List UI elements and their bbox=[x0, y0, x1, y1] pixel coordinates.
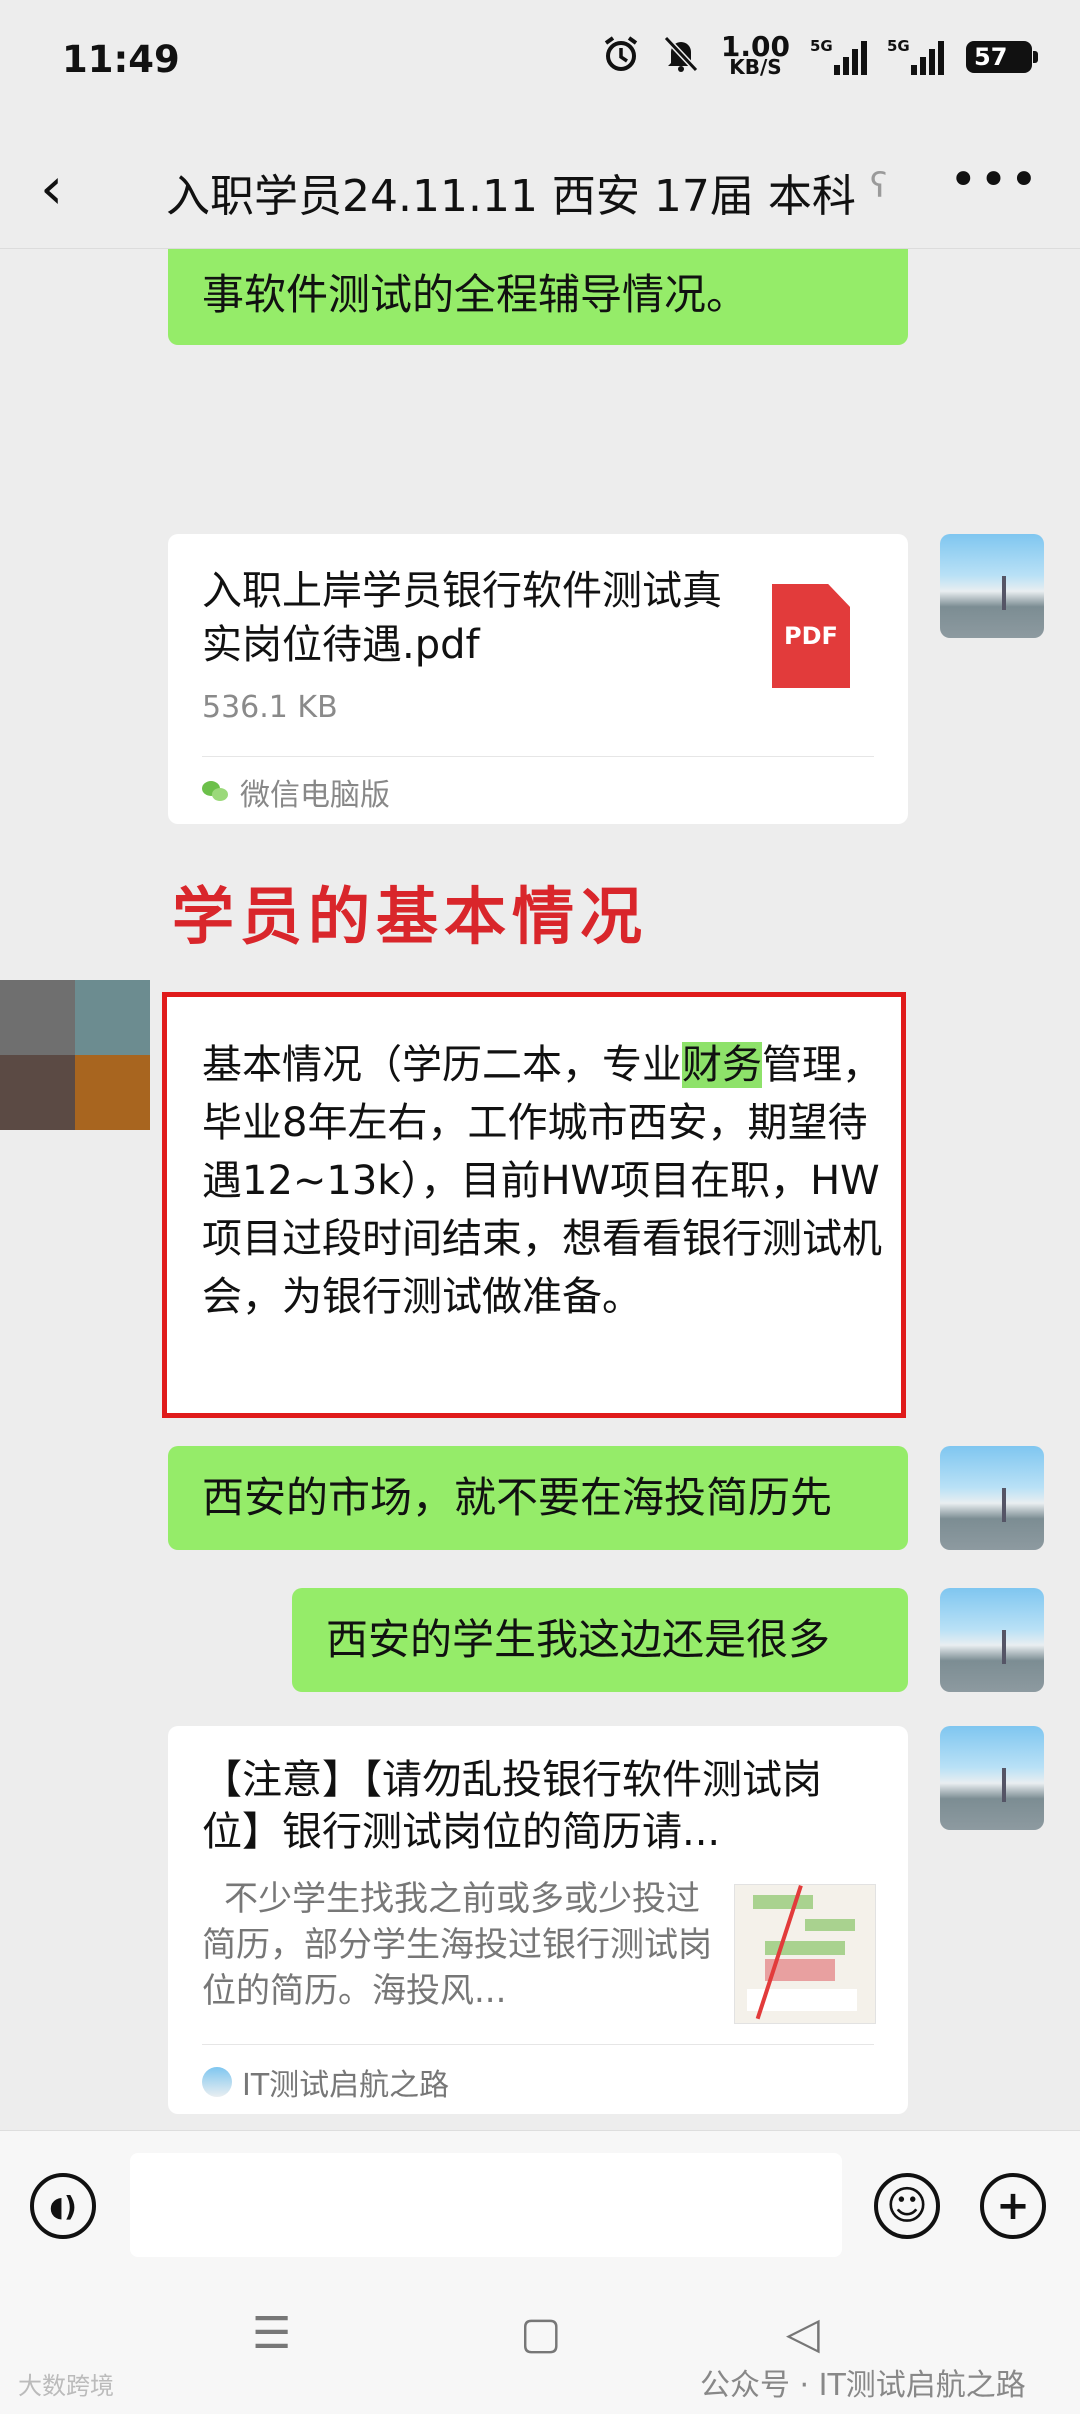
message-input[interactable] bbox=[130, 2153, 842, 2257]
my-avatar[interactable] bbox=[940, 1726, 1044, 1830]
back-icon[interactable]: ‹ bbox=[40, 158, 63, 218]
mute-bell-icon bbox=[663, 35, 699, 78]
article-divider bbox=[202, 2044, 874, 2045]
net-speed-value: 1.00 bbox=[720, 29, 790, 63]
plus-icon[interactable]: + bbox=[980, 2173, 1046, 2239]
my-avatar[interactable] bbox=[940, 534, 1044, 638]
message-text: 西安的学生我这边还是很多 bbox=[326, 1615, 831, 1664]
status-time: 11:49 bbox=[62, 38, 180, 81]
system-nav-bar: ☰ ▢ ◁ 大数跨境 公众号 · IT测试启航之路 bbox=[0, 2280, 1080, 2414]
message-bubble-2[interactable]: 西安的学生我这边还是很多 bbox=[292, 1588, 908, 1692]
signal-label-2: 5G bbox=[887, 36, 910, 55]
signal-icon-2: 5G bbox=[887, 36, 944, 75]
wechat-icon bbox=[202, 781, 230, 803]
message-text: 事软件测试的全程辅导情况。 bbox=[202, 270, 749, 319]
file-source: 微信电脑版 bbox=[202, 770, 390, 814]
basic-info-part1: 基本情况（学历二本，专业 bbox=[202, 1042, 682, 1088]
highlighted-word: 财务 bbox=[682, 1042, 762, 1088]
voice-input-icon[interactable]: ◖) bbox=[30, 2173, 96, 2239]
alarm-icon bbox=[601, 34, 641, 79]
article-card[interactable]: 【注意】【请勿乱投银行软件测试岗位】银行测试岗位的简历请... 不少学生找我之前… bbox=[168, 1726, 908, 2114]
file-divider bbox=[202, 756, 874, 757]
file-title: 入职上岸学员银行软件测试真实岗位待遇.pdf bbox=[202, 568, 722, 668]
more-options-icon[interactable]: ••• bbox=[949, 152, 1040, 208]
signal-icon-1: 5G bbox=[810, 36, 867, 75]
my-avatar[interactable] bbox=[940, 1446, 1044, 1550]
status-icons: 1.00 KB/S 5G 5G 57 bbox=[601, 29, 1038, 79]
basic-info-text: 基本情况（学历二本，专业财务管理，毕业8年左右，工作城市西安，期望待遇12~13… bbox=[202, 1036, 892, 1326]
network-speed: 1.00 KB/S bbox=[720, 29, 790, 79]
signal-label-1: 5G bbox=[810, 36, 833, 55]
net-speed-unit: KB/S bbox=[729, 54, 782, 79]
article-source-label: IT测试启航之路 bbox=[242, 2068, 450, 2103]
watermark-right: 公众号 · IT测试启航之路 bbox=[700, 2368, 1026, 2403]
section-heading: 学员的基本情况 bbox=[172, 880, 649, 953]
message-bubble-1[interactable]: 西安的市场，就不要在海投简历先 bbox=[168, 1446, 908, 1550]
source-avatar-icon bbox=[202, 2067, 232, 2097]
article-description: 不少学生找我之前或多或少投过简历，部分学生海投过银行测试岗位的简历。海投风... bbox=[202, 1879, 712, 2011]
menu-nav-icon[interactable]: ☰ bbox=[252, 2308, 291, 2359]
battery-icon: 57 bbox=[966, 40, 1038, 73]
article-thumbnail bbox=[734, 1884, 876, 2024]
message-text: 西安的市场，就不要在海投简历先 bbox=[202, 1473, 833, 1522]
sender-avatar[interactable] bbox=[0, 980, 150, 1130]
file-message[interactable]: 入职上岸学员银行软件测试真实岗位待遇.pdf 536.1 KB PDF 微信电脑… bbox=[168, 534, 908, 824]
article-source: IT测试启航之路 bbox=[202, 2060, 449, 2104]
message-bubble-partial[interactable]: 事软件测试的全程辅导情况。 bbox=[168, 249, 908, 345]
back-nav-icon[interactable]: ◁ bbox=[786, 2308, 820, 2359]
emoji-icon[interactable]: ☺ bbox=[874, 2173, 940, 2239]
pdf-icon: PDF bbox=[772, 584, 850, 688]
chat-header: ‹ 入职学员24.11.11 西安 17届 本科 ʕ ••• bbox=[0, 130, 1080, 249]
chat-title: 入职学员24.11.11 西安 17届 本科 bbox=[166, 171, 856, 222]
file-source-label: 微信电脑版 bbox=[240, 778, 390, 813]
watermark-left: 大数跨境 bbox=[18, 2372, 114, 2400]
article-title: 【注意】【请勿乱投银行软件测试岗位】银行测试岗位的简历请... bbox=[202, 1757, 822, 1855]
file-size: 536.1 KB bbox=[202, 690, 338, 725]
earpiece-icon: ʕ bbox=[870, 166, 888, 206]
home-nav-icon[interactable]: ▢ bbox=[520, 2308, 562, 2359]
input-bar: ◖) ☺ + bbox=[0, 2130, 1080, 2281]
my-avatar[interactable] bbox=[940, 1588, 1044, 1692]
